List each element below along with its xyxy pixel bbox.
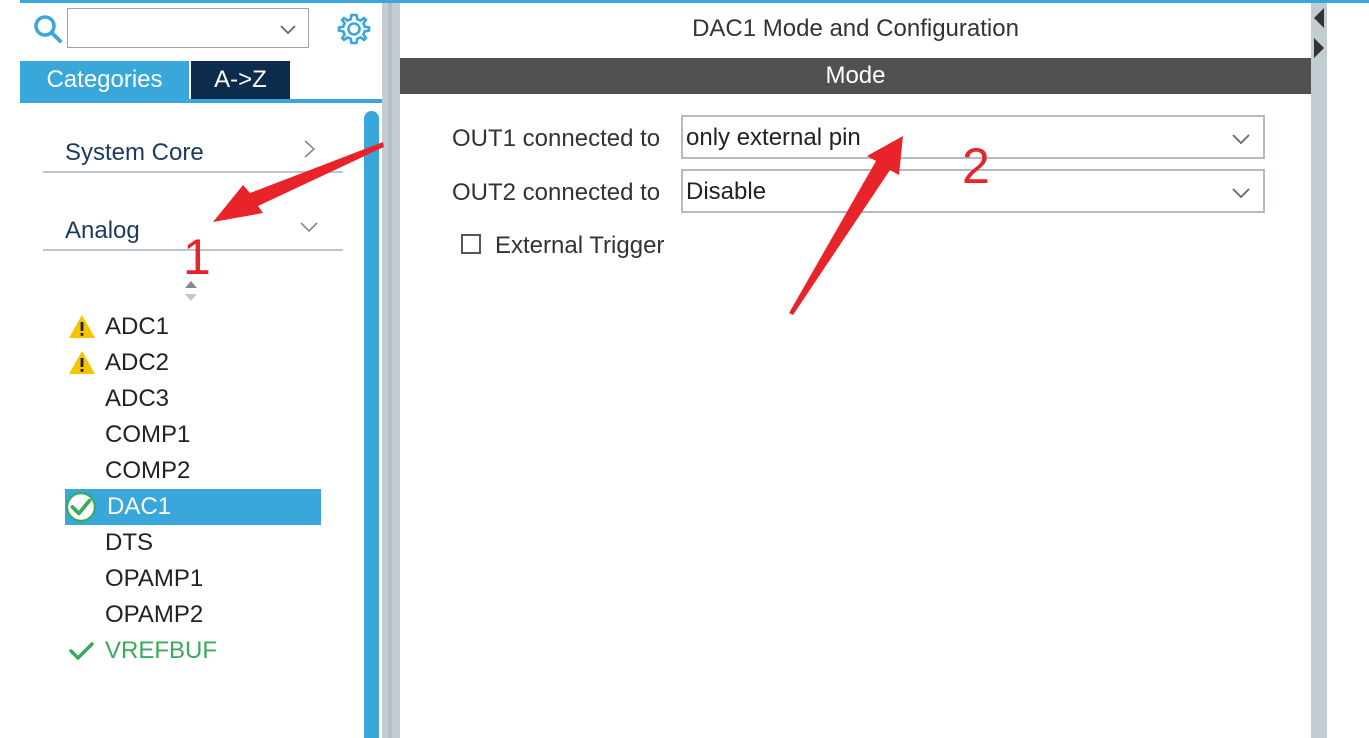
list-item-opamp1[interactable]: OPAMP1 (65, 561, 321, 597)
category-tabs: Categories A->Z (20, 61, 382, 99)
tab-underline (20, 99, 382, 103)
out1-value: only external pin (686, 124, 861, 151)
out2-label: OUT2 connected to (452, 179, 661, 206)
item-label: OPAMP1 (105, 565, 204, 592)
category-list: System Core Analog ADC1 ADC2 ADC3 COMP1 … (20, 107, 362, 738)
chevron-right-icon[interactable] (1313, 37, 1325, 59)
category-system-core[interactable]: System Core (43, 129, 343, 173)
gear-icon[interactable] (336, 11, 372, 47)
list-item-vrefbuf[interactable]: VREFBUF (65, 633, 321, 669)
left-scrollbar-thumb[interactable] (364, 111, 379, 738)
item-label: ADC1 (105, 313, 170, 340)
list-item-adc1[interactable]: ADC1 (65, 309, 321, 345)
item-label: VREFBUF (105, 637, 218, 664)
list-item-opamp2[interactable]: OPAMP2 (65, 597, 321, 633)
item-label: OPAMP2 (105, 601, 204, 628)
chevron-left-icon[interactable] (1313, 7, 1325, 29)
right-edge (1327, 3, 1369, 738)
category-label: Analog (65, 217, 140, 244)
warning-icon (69, 351, 95, 374)
item-label: ADC2 (105, 349, 170, 376)
external-trigger-label: External Trigger (495, 232, 665, 259)
list-item-adc3[interactable]: ADC3 (65, 381, 321, 417)
annotation-marker-1: 1 (183, 229, 211, 285)
out2-value: Disable (686, 178, 767, 205)
chevron-right-icon (304, 140, 316, 158)
check-circle-icon (66, 492, 96, 522)
search-input[interactable] (67, 8, 309, 48)
list-item-comp1[interactable]: COMP1 (65, 417, 321, 453)
left-panel: Categories A->Z System Core Analog ADC1 … (20, 3, 382, 738)
mode-header[interactable]: Mode (400, 58, 1311, 94)
chevron-down-icon (300, 222, 318, 233)
warning-icon (69, 315, 95, 338)
chevron-down-icon[interactable] (278, 19, 298, 39)
annotation-marker-2: 2 (962, 138, 990, 194)
item-label: ADC3 (105, 385, 170, 412)
right-panel: DAC1 Mode and Configuration Mode OUT1 co… (400, 3, 1311, 738)
left-margin (0, 0, 20, 738)
item-label: COMP1 (105, 421, 191, 448)
out1-label: OUT1 connected to (452, 125, 661, 152)
list-item-dac1[interactable]: DAC1 (65, 489, 321, 525)
search-icon[interactable] (32, 13, 64, 45)
chevron-down-icon (1232, 134, 1250, 145)
chevron-down-icon (1232, 188, 1250, 199)
item-label: DTS (105, 529, 153, 556)
check-icon (69, 642, 94, 660)
item-label: DAC1 (107, 493, 172, 520)
list-item-dts[interactable]: DTS (65, 525, 321, 561)
list-item-comp2[interactable]: COMP2 (65, 453, 321, 489)
category-label: System Core (65, 139, 204, 166)
list-item-adc2[interactable]: ADC2 (65, 345, 321, 381)
panel-title: DAC1 Mode and Configuration (692, 15, 1019, 42)
item-label: COMP2 (105, 457, 191, 484)
tab-categories[interactable]: Categories (20, 61, 189, 99)
panel-splitter-line (388, 3, 392, 738)
external-trigger-checkbox[interactable] (461, 234, 481, 254)
right-scroll-strip[interactable] (1311, 3, 1327, 738)
tab-a-z[interactable]: A->Z (191, 61, 290, 99)
